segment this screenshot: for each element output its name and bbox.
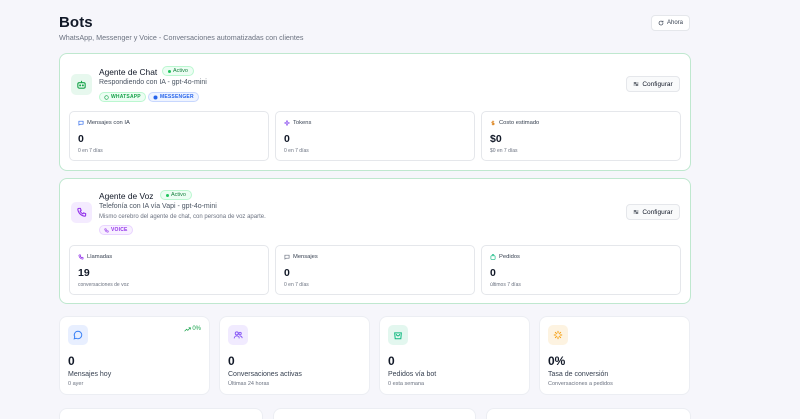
- sliders-icon: [633, 82, 639, 86]
- stat-tokens: Tokens 0 0 en 7 días: [275, 111, 475, 161]
- voice-agent-name: Agente de Voz: [99, 191, 154, 201]
- users-icon: [228, 325, 248, 345]
- voice-agent-card: Agente de Voz Activo Telefonía con IA ví…: [59, 178, 691, 304]
- phone-icon: [71, 202, 92, 223]
- whatsapp-icon: [104, 94, 109, 100]
- dollar-icon: [491, 120, 495, 126]
- chat-agent-name: Agente de Chat: [99, 67, 158, 77]
- stat-costo: Costo estimado $0 $0 en 7 días: [481, 111, 681, 161]
- voice-agent-description: Mismo cerebro del agente de chat, con pe…: [99, 214, 266, 220]
- configure-chat-button[interactable]: Configurar: [626, 76, 680, 92]
- kpi-conversaciones-activas: 0 Conversaciones activas Últimas 24 hora…: [219, 316, 370, 395]
- status-badge: Activo: [162, 66, 194, 76]
- bottom-card-2: [273, 408, 476, 419]
- kpi-pedidos-bot: 0 Pedidos vía bot 0 esta semana: [379, 316, 530, 395]
- phone-small-icon: [104, 227, 109, 233]
- status-badge: Activo: [160, 190, 192, 200]
- voice-chip: VOICE: [99, 225, 133, 235]
- sparkle-icon: [284, 120, 290, 126]
- trend-up-icon: [184, 326, 192, 331]
- refresh-icon: [658, 20, 664, 26]
- refresh-button[interactable]: Ahora: [651, 15, 690, 31]
- chat-agent-subtitle: Respondiendo con IA - gpt-4o-mini: [99, 79, 207, 86]
- messenger-chip: MESSENGER: [148, 92, 199, 102]
- message-icon: [78, 120, 84, 126]
- messenger-icon: [153, 95, 158, 99]
- kpi-tasa-conversion: 0% Tasa de conversión Conversaciones a p…: [539, 316, 690, 395]
- kpi-mensajes-hoy: 0% 0 Mensajes hoy 0 ayer: [59, 316, 210, 395]
- chat-agent-card: Agente de Chat Activo Respondiendo con I…: [59, 53, 691, 171]
- zap-icon: [548, 325, 568, 345]
- phone-icon: [78, 254, 84, 260]
- bottom-card-3: [486, 408, 691, 419]
- bot-icon: [71, 74, 92, 95]
- stat-llamadas: Llamadas 19 conversaciones de voz: [69, 245, 269, 295]
- stat-mensajes-ia: Mensajes con IA 0 0 en 7 días: [69, 111, 269, 161]
- refresh-label: Ahora: [666, 20, 683, 26]
- whatsapp-chip: WHATSAPP: [99, 92, 146, 102]
- chat-bubble-icon: [68, 325, 88, 345]
- page-title: Bots: [59, 14, 93, 31]
- page-subtitle: WhatsApp, Messenger y Voice - Conversaci…: [59, 33, 304, 42]
- configure-voice-button[interactable]: Configurar: [626, 204, 680, 220]
- shopping-bag-icon: [388, 325, 408, 345]
- bottom-card-1: [59, 408, 263, 419]
- message-icon: [284, 254, 290, 260]
- stat-pedidos: Pedidos 0 últimos 7 días: [481, 245, 681, 295]
- trend-indicator: 0%: [184, 326, 201, 332]
- stat-mensajes: Mensajes 0 0 en 7 días: [275, 245, 475, 295]
- sliders-icon: [633, 210, 639, 214]
- bag-icon: [490, 254, 496, 260]
- voice-agent-subtitle: Telefonía con IA vía Vapi - gpt-4o-mini: [99, 203, 217, 210]
